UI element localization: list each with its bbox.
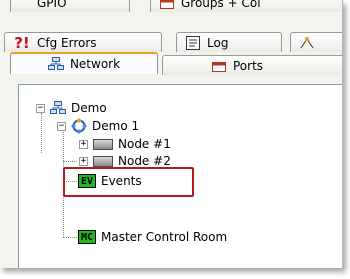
tab-groups-label: Groups + Col (181, 0, 261, 10)
tab-ports[interactable]: Ports (162, 55, 342, 75)
tab-cfg-errors-label: Cfg Errors (37, 35, 97, 50)
tree-item-demo-1[interactable]: − Demo 1 (57, 117, 139, 135)
routing-icon (299, 36, 315, 50)
ports-icon (211, 59, 227, 73)
tab-gpio-label: GPIO (37, 0, 67, 10)
tab-log-label: Log (207, 35, 229, 50)
master-control-tag-icon: MC (78, 230, 96, 244)
tab-extra[interactable] (290, 32, 342, 52)
events-highlight-box (63, 167, 194, 197)
collapse-icon[interactable]: − (57, 121, 66, 131)
warning-icon: ?! (14, 33, 30, 52)
expand-icon[interactable]: + (79, 156, 88, 166)
tree-item-demo[interactable]: − Demo (36, 99, 107, 117)
tree-connector (63, 161, 77, 162)
tab-groups[interactable]: Groups + Col (150, 0, 342, 12)
tree-item-label: Node #1 (118, 137, 171, 151)
tree-item-label: Demo (71, 101, 107, 115)
node-icon (93, 138, 113, 150)
expand-icon[interactable]: + (79, 139, 88, 149)
tree-item-label: Demo 1 (92, 119, 140, 133)
tree-item-node-1[interactable]: + Node #1 (79, 135, 171, 153)
network-icon (47, 57, 64, 71)
tab-log[interactable]: Log (176, 32, 282, 52)
tree-item-label: Node #2 (118, 154, 171, 168)
node-icon (93, 155, 113, 167)
tree-panel: GPIO Groups + Col ?! Cfg Errors Log Netw… (0, 0, 343, 268)
tree-item-label: Master Control Room (101, 230, 228, 244)
groups-icon (159, 0, 175, 10)
ring-network-icon (71, 118, 87, 134)
tree-item-master-control-room[interactable]: MC Master Control Room (78, 228, 227, 246)
log-icon (185, 35, 201, 50)
tab-cfg-errors[interactable]: ?! Cfg Errors (4, 32, 162, 52)
tab-network[interactable]: Network (10, 52, 158, 74)
network-icon (50, 101, 66, 115)
collapse-icon[interactable]: − (36, 103, 45, 113)
tab-network-label: Network (69, 57, 121, 71)
tree-connector (63, 237, 79, 238)
tab-gpio[interactable]: GPIO (10, 0, 130, 12)
tree-connector (41, 113, 42, 153)
tab-ports-label: Ports (233, 58, 264, 73)
